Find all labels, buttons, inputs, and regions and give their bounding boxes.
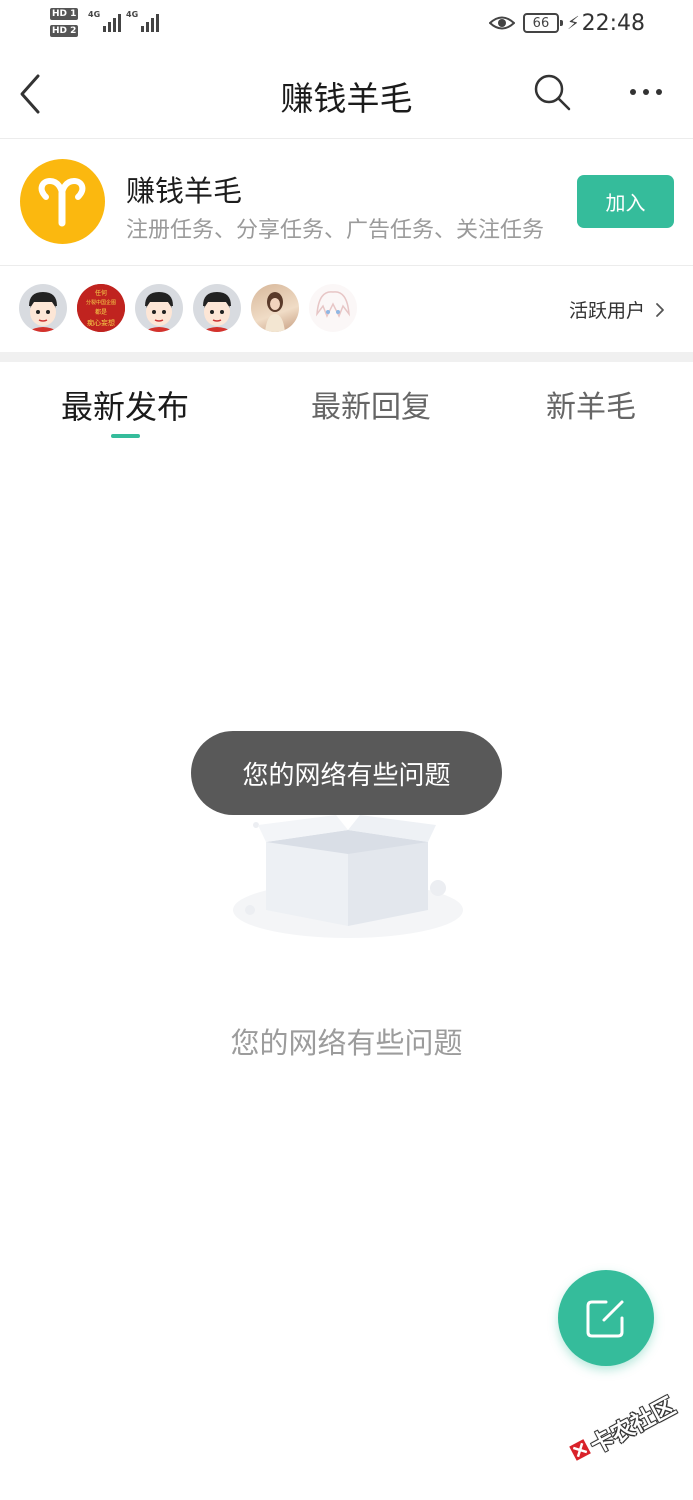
eye-icon — [488, 16, 515, 30]
cartoon-avatar-icon — [201, 292, 233, 332]
avatar[interactable] — [19, 284, 67, 332]
banner-line: 都是 — [95, 308, 107, 316]
active-users-label: 活跃用户 — [568, 300, 645, 322]
signal-icon: 4G — [126, 10, 160, 32]
avatar[interactable] — [251, 284, 299, 332]
empty-state-message: 您的网络有些问题 — [230, 1026, 463, 1060]
battery-icon: 66 — [522, 13, 563, 33]
join-button[interactable]: 加入 — [577, 175, 674, 228]
anime-avatar — [316, 291, 350, 318]
watermark-text: 卡农社区 — [586, 1393, 680, 1460]
watermark: 卡农社区 — [552, 1372, 680, 1490]
sim1-label: HD 1 — [50, 7, 79, 20]
more-icon[interactable] — [624, 80, 668, 104]
network-type-label: 4G — [88, 10, 101, 19]
toast-message: 您的网络有些问题 — [191, 731, 502, 815]
active-users-row[interactable]: 任何 分裂中国企图 都是 痴心妄想 活跃用户 — [0, 266, 693, 352]
avatar[interactable]: 任何 分裂中国企图 都是 痴心妄想 — [77, 284, 125, 332]
search-icon[interactable] — [532, 72, 572, 112]
group-description: 注册任务、分享任务、广告任务、关注任务 — [126, 218, 545, 243]
tab-bar: 最新发布 最新回复 新羊毛 — [0, 362, 693, 442]
compose-icon — [586, 1300, 624, 1338]
divider — [0, 138, 693, 139]
avatar-list: 任何 分裂中国企图 都是 痴心妄想 — [19, 284, 367, 332]
network-type-label: 4G — [126, 10, 139, 19]
avatar[interactable] — [309, 284, 357, 332]
avatar[interactable] — [193, 284, 241, 332]
sim2-label: HD 2 — [50, 24, 79, 37]
status-bar: HD 1 HD 2 4G 4G 66 ⚡ 22:48 — [0, 0, 693, 50]
banner-line: 痴心妄想 — [87, 318, 115, 327]
cartoon-avatar-icon — [27, 292, 59, 332]
chevron-right-icon — [656, 302, 664, 317]
charging-icon: ⚡ — [566, 12, 580, 34]
cartoon-avatar-icon — [143, 292, 175, 332]
signal-icon: 4G — [88, 10, 122, 32]
banner-line: 分裂中国企图 — [86, 299, 116, 306]
section-separator — [0, 352, 693, 362]
red-banner-avatar: 任何 分裂中国企图 都是 痴心妄想 — [77, 284, 125, 332]
group-logo — [20, 159, 105, 244]
navigation-bar: 赚钱羊毛 — [0, 50, 693, 138]
page-title: 赚钱羊毛 — [280, 79, 413, 118]
avatar[interactable] — [135, 284, 183, 332]
group-name: 赚钱羊毛 — [126, 174, 243, 208]
sim-indicators: HD 1 HD 2 — [50, 5, 84, 39]
group-header: 赚钱羊毛 注册任务、分享任务、广告任务、关注任务 加入 — [0, 140, 693, 265]
battery-level: 66 — [532, 15, 550, 31]
banner-line: 任何 — [95, 289, 107, 297]
tab-latest-replies[interactable]: 最新回复 — [311, 382, 431, 426]
compose-button[interactable] — [558, 1270, 654, 1366]
clock: 22:48 — [581, 10, 645, 36]
tab-indicator — [111, 434, 140, 438]
tab-new-deals[interactable]: 新羊毛 — [546, 382, 636, 426]
active-users-link[interactable]: 活跃用户 — [569, 296, 665, 323]
photo-avatar — [265, 292, 285, 332]
aries-icon — [38, 177, 86, 227]
